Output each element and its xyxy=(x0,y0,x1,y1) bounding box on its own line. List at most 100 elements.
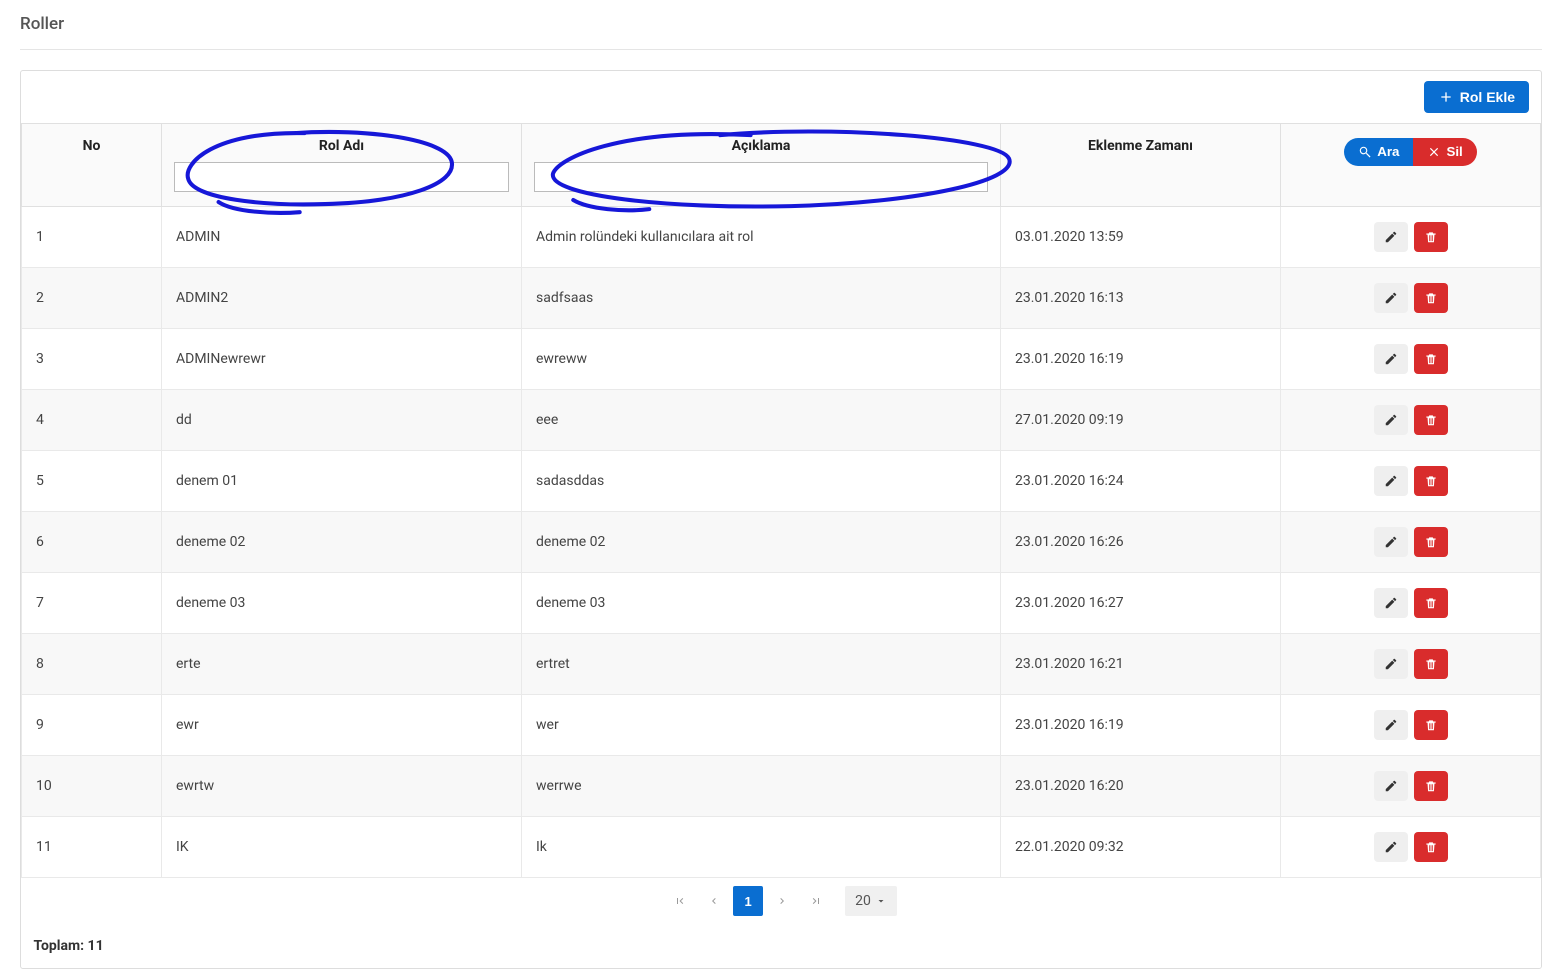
cell-date: 27.01.2020 09:19 xyxy=(1001,390,1281,451)
delete-button[interactable] xyxy=(1414,649,1448,679)
delete-button[interactable] xyxy=(1414,466,1448,496)
filter-name-input[interactable] xyxy=(174,162,509,192)
cell-desc: werrwe xyxy=(522,756,1001,817)
table-row: 3ADMINewrewrewreww23.01.2020 16:19 xyxy=(22,329,1541,390)
cell-date: 23.01.2020 16:13 xyxy=(1001,268,1281,329)
cell-no: 6 xyxy=(22,512,162,573)
total-value: 11 xyxy=(88,938,104,954)
table-row: 8erteertret23.01.2020 16:21 xyxy=(22,634,1541,695)
cell-desc: Ik xyxy=(522,817,1001,878)
cell-date: 22.01.2020 09:32 xyxy=(1001,817,1281,878)
pager-first-button[interactable] xyxy=(665,886,695,916)
cell-no: 4 xyxy=(22,390,162,451)
delete-button[interactable] xyxy=(1414,588,1448,618)
edit-button[interactable] xyxy=(1374,222,1408,252)
cell-name: ewrtw xyxy=(162,756,522,817)
delete-button[interactable] xyxy=(1414,405,1448,435)
delete-button[interactable] xyxy=(1414,344,1448,374)
filter-search-label: Ara xyxy=(1377,145,1399,158)
filter-desc-input[interactable] xyxy=(534,162,988,192)
pencil-icon xyxy=(1384,779,1398,793)
page-title: Roller xyxy=(20,10,1542,50)
trash-icon xyxy=(1424,596,1438,610)
table-row: 7deneme 03deneme 0323.01.2020 16:27 xyxy=(22,573,1541,634)
pencil-icon xyxy=(1384,413,1398,427)
cell-no: 10 xyxy=(22,756,162,817)
cell-actions xyxy=(1281,207,1541,268)
cell-desc: eee xyxy=(522,390,1001,451)
filter-clear-button[interactable]: Sil xyxy=(1413,138,1476,166)
table-row: 5denem 01sadasddas23.01.2020 16:24 xyxy=(22,451,1541,512)
cell-no: 8 xyxy=(22,634,162,695)
trash-icon xyxy=(1424,840,1438,854)
first-page-icon xyxy=(674,895,686,907)
edit-button[interactable] xyxy=(1374,771,1408,801)
edit-button[interactable] xyxy=(1374,649,1408,679)
filter-search-button[interactable]: Ara xyxy=(1344,138,1413,166)
cell-name: ADMIN xyxy=(162,207,522,268)
table-row: 10ewrtwwerrwe23.01.2020 16:20 xyxy=(22,756,1541,817)
total-label: Toplam: xyxy=(34,938,85,954)
col-header-name[interactable]: Rol Adı xyxy=(162,124,522,207)
cell-desc: Admin rolündeki kullanıcılara ait rol xyxy=(522,207,1001,268)
delete-button[interactable] xyxy=(1414,222,1448,252)
col-header-desc-label: Açıklama xyxy=(732,138,791,154)
toolbar: Rol Ekle xyxy=(21,71,1541,123)
cell-date: 23.01.2020 16:24 xyxy=(1001,451,1281,512)
pencil-icon xyxy=(1384,352,1398,366)
cell-desc: deneme 02 xyxy=(522,512,1001,573)
table-row: 1ADMINAdmin rolündeki kullanıcılara ait … xyxy=(22,207,1541,268)
chevron-down-icon xyxy=(875,895,887,907)
pencil-icon xyxy=(1384,474,1398,488)
delete-button[interactable] xyxy=(1414,832,1448,862)
cell-no: 1 xyxy=(22,207,162,268)
col-header-name-label: Rol Adı xyxy=(319,138,364,154)
cell-actions xyxy=(1281,573,1541,634)
delete-button[interactable] xyxy=(1414,527,1448,557)
edit-button[interactable] xyxy=(1374,466,1408,496)
table-row: 4ddeee27.01.2020 09:19 xyxy=(22,390,1541,451)
cell-date: 23.01.2020 16:27 xyxy=(1001,573,1281,634)
cell-date: 23.01.2020 16:19 xyxy=(1001,695,1281,756)
cell-name: ewr xyxy=(162,695,522,756)
cell-actions xyxy=(1281,817,1541,878)
edit-button[interactable] xyxy=(1374,405,1408,435)
close-icon xyxy=(1427,145,1441,159)
trash-icon xyxy=(1424,779,1438,793)
cell-name: deneme 03 xyxy=(162,573,522,634)
pager-last-button[interactable] xyxy=(801,886,831,916)
cell-date: 23.01.2020 16:20 xyxy=(1001,756,1281,817)
col-header-date[interactable]: Eklenme Zamanı xyxy=(1001,124,1281,207)
edit-button[interactable] xyxy=(1374,527,1408,557)
pencil-icon xyxy=(1384,657,1398,671)
cell-actions xyxy=(1281,268,1541,329)
cell-no: 3 xyxy=(22,329,162,390)
delete-button[interactable] xyxy=(1414,710,1448,740)
last-page-icon xyxy=(810,895,822,907)
page-size-select[interactable]: 20 xyxy=(845,886,897,916)
cell-no: 5 xyxy=(22,451,162,512)
pager-page-1[interactable]: 1 xyxy=(733,886,763,916)
add-role-button[interactable]: Rol Ekle xyxy=(1424,81,1529,113)
delete-button[interactable] xyxy=(1414,771,1448,801)
edit-button[interactable] xyxy=(1374,710,1408,740)
roles-table: No Rol Adı Açıklama xyxy=(21,123,1541,968)
pencil-icon xyxy=(1384,840,1398,854)
cell-desc: ertret xyxy=(522,634,1001,695)
cell-desc: wer xyxy=(522,695,1001,756)
col-header-date-label: Eklenme Zamanı xyxy=(1088,138,1193,154)
cell-desc: sadasddas xyxy=(522,451,1001,512)
cell-actions xyxy=(1281,695,1541,756)
edit-button[interactable] xyxy=(1374,832,1408,862)
edit-button[interactable] xyxy=(1374,283,1408,313)
edit-button[interactable] xyxy=(1374,344,1408,374)
col-header-no[interactable]: No xyxy=(22,124,162,207)
cell-date: 23.01.2020 16:19 xyxy=(1001,329,1281,390)
filter-pill: Ara Sil xyxy=(1344,138,1477,166)
col-header-desc[interactable]: Açıklama xyxy=(522,124,1001,207)
delete-button[interactable] xyxy=(1414,283,1448,313)
edit-button[interactable] xyxy=(1374,588,1408,618)
pager-prev-button[interactable] xyxy=(699,886,729,916)
pager-next-button[interactable] xyxy=(767,886,797,916)
roles-card: Rol Ekle No Rol Adı xyxy=(20,70,1542,969)
